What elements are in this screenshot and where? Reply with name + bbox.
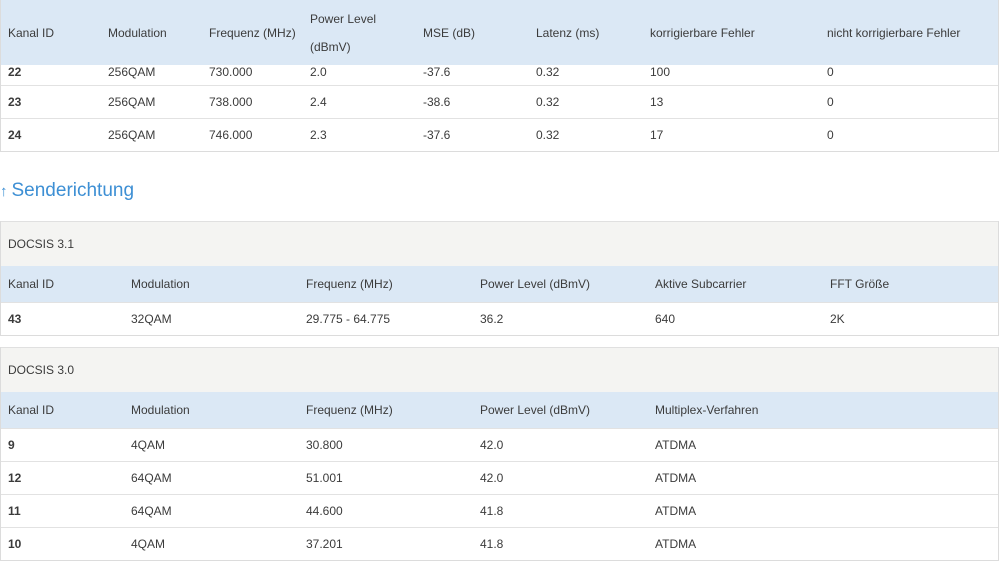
header-power-level: Power Level (dBmV)	[480, 403, 591, 417]
cell-modulation: 64QAM	[131, 504, 172, 518]
cell-multiplex-verfahren: ATDMA	[655, 504, 697, 518]
cell-modulation: 4QAM	[131, 537, 166, 551]
cell-korrigierbare-fehler: 13	[650, 95, 664, 109]
cell-frequenz: 51.001	[306, 471, 343, 485]
header-latenz: Latenz (ms)	[536, 25, 600, 40]
header-frequenz: Frequenz (MHz)	[209, 25, 296, 40]
cell-frequenz: 738.000	[209, 95, 253, 109]
cell-nicht-korrigierbare-fehler: 0	[827, 95, 834, 109]
arrow-up-icon: ↑	[0, 182, 8, 200]
header-modulation: Modulation	[108, 25, 167, 40]
cell-power-level: 2.0	[310, 65, 327, 79]
cell-power-level: 41.8	[480, 504, 504, 518]
cell-korrigierbare-fehler: 17	[650, 128, 664, 142]
header-modulation: Modulation	[131, 403, 190, 417]
header-multiplex-verfahren: Multiplex-Verfahren	[655, 403, 759, 417]
cell-frequenz: 30.800	[306, 438, 343, 452]
header-aktive-subcarrier: Aktive Subcarrier	[655, 277, 747, 291]
cell-kanal-id: 10	[8, 537, 22, 551]
header-fft-groesse: FFT Größe	[830, 277, 890, 291]
cell-mse: -38.6	[423, 95, 451, 109]
header-power-level: Power Level (dBmV)	[310, 11, 377, 54]
cell-latenz: 0.32	[536, 65, 560, 79]
section-title-senderichtung[interactable]: ↑ Senderichtung	[0, 178, 134, 204]
cell-modulation: 256QAM	[108, 65, 156, 79]
cell-aktive-subcarrier: 640	[655, 312, 676, 326]
docsis31-group: DOCSIS 3.1 Kanal ID Modulation Frequenz …	[0, 221, 999, 336]
header-nicht-korrigierbare-fehler: nicht korrigierbare Fehler	[827, 25, 961, 40]
table-row: 12 64QAM 51.001 42.0 ATDMA	[1, 461, 998, 494]
header-power-level: Power Level (dBmV)	[480, 277, 591, 291]
cell-modulation: 4QAM	[131, 438, 166, 452]
cell-power-level: 42.0	[480, 438, 504, 452]
header-frequenz: Frequenz (MHz)	[306, 277, 393, 291]
cell-multiplex-verfahren: ATDMA	[655, 438, 697, 452]
group-title: DOCSIS 3.1	[1, 221, 998, 266]
docsis31-table-header: Kanal ID Modulation Frequenz (MHz) Power…	[1, 266, 998, 302]
cell-frequenz: 730.000	[209, 65, 253, 79]
header-mse: MSE (dB)	[423, 25, 476, 40]
downstream-table-header: Kanal ID Modulation Frequenz (MHz) Power…	[1, 0, 998, 65]
cell-kanal-id: 11	[8, 504, 21, 518]
cell-korrigierbare-fehler: 100	[650, 65, 671, 79]
downstream-table: Kanal ID Modulation Frequenz (MHz) Power…	[0, 0, 999, 152]
cell-kanal-id: 9	[8, 438, 15, 452]
cell-mse: -37.6	[423, 128, 451, 142]
cell-modulation: 256QAM	[108, 128, 156, 142]
cell-kanal-id: 22	[8, 65, 22, 79]
cell-modulation: 32QAM	[131, 312, 172, 326]
cell-kanal-id: 23	[8, 95, 22, 109]
header-kanal-id: Kanal ID	[8, 25, 55, 40]
header-kanal-id: Kanal ID	[8, 277, 55, 291]
cell-power-level: 2.4	[310, 95, 327, 109]
cell-frequenz: 29.775 - 64.775	[306, 312, 391, 326]
table-row: 24 256QAM 746.000 2.3 -37.6 0.32 17 0	[1, 118, 998, 151]
cell-power-level: 36.2	[480, 312, 504, 326]
header-frequenz: Frequenz (MHz)	[306, 403, 393, 417]
cell-nicht-korrigierbare-fehler: 0	[827, 128, 834, 142]
docsis30-table-header: Kanal ID Modulation Frequenz (MHz) Power…	[1, 392, 998, 428]
docsis30-group: DOCSIS 3.0 Kanal ID Modulation Frequenz …	[0, 347, 999, 561]
cell-power-level: 41.8	[480, 537, 504, 551]
cell-modulation: 256QAM	[108, 95, 156, 109]
cell-latenz: 0.32	[536, 128, 560, 142]
cell-multiplex-verfahren: ATDMA	[655, 537, 697, 551]
table-row: 9 4QAM 30.800 42.0 ATDMA	[1, 428, 998, 461]
cell-kanal-id: 43	[8, 312, 22, 326]
section-title-text: Senderichtung	[11, 180, 135, 201]
cell-frequenz: 37.201	[306, 537, 343, 551]
header-korrigierbare-fehler: korrigierbare Fehler	[650, 25, 755, 40]
cell-frequenz: 44.600	[306, 504, 343, 518]
table-row: 43 32QAM 29.775 - 64.775 36.2 640 2K	[1, 302, 998, 336]
cell-frequenz: 746.000	[209, 128, 253, 142]
cell-kanal-id: 12	[8, 471, 22, 485]
cell-modulation: 64QAM	[131, 471, 172, 485]
group-title: DOCSIS 3.0	[1, 347, 998, 392]
cell-latenz: 0.32	[536, 95, 560, 109]
cell-fft-groesse: 2K	[830, 312, 845, 326]
cell-nicht-korrigierbare-fehler: 0	[827, 65, 834, 79]
cell-kanal-id: 24	[8, 128, 22, 142]
cable-info-page: Kanal ID Modulation Frequenz (MHz) Power…	[0, 0, 999, 563]
table-row: 23 256QAM 738.000 2.4 -38.6 0.32 13 0	[1, 85, 998, 118]
cell-power-level: 42.0	[480, 471, 504, 485]
header-modulation: Modulation	[131, 277, 190, 291]
header-kanal-id: Kanal ID	[8, 403, 55, 417]
cell-power-level: 2.3	[310, 128, 327, 142]
table-row: 10 4QAM 37.201 41.8 ATDMA	[1, 527, 998, 561]
cell-mse: -37.6	[423, 65, 451, 79]
table-row: 11 64QAM 44.600 41.8 ATDMA	[1, 494, 998, 527]
cell-multiplex-verfahren: ATDMA	[655, 471, 697, 485]
table-row: 22 256QAM 730.000 2.0 -37.6 0.32 100 0	[1, 65, 998, 85]
